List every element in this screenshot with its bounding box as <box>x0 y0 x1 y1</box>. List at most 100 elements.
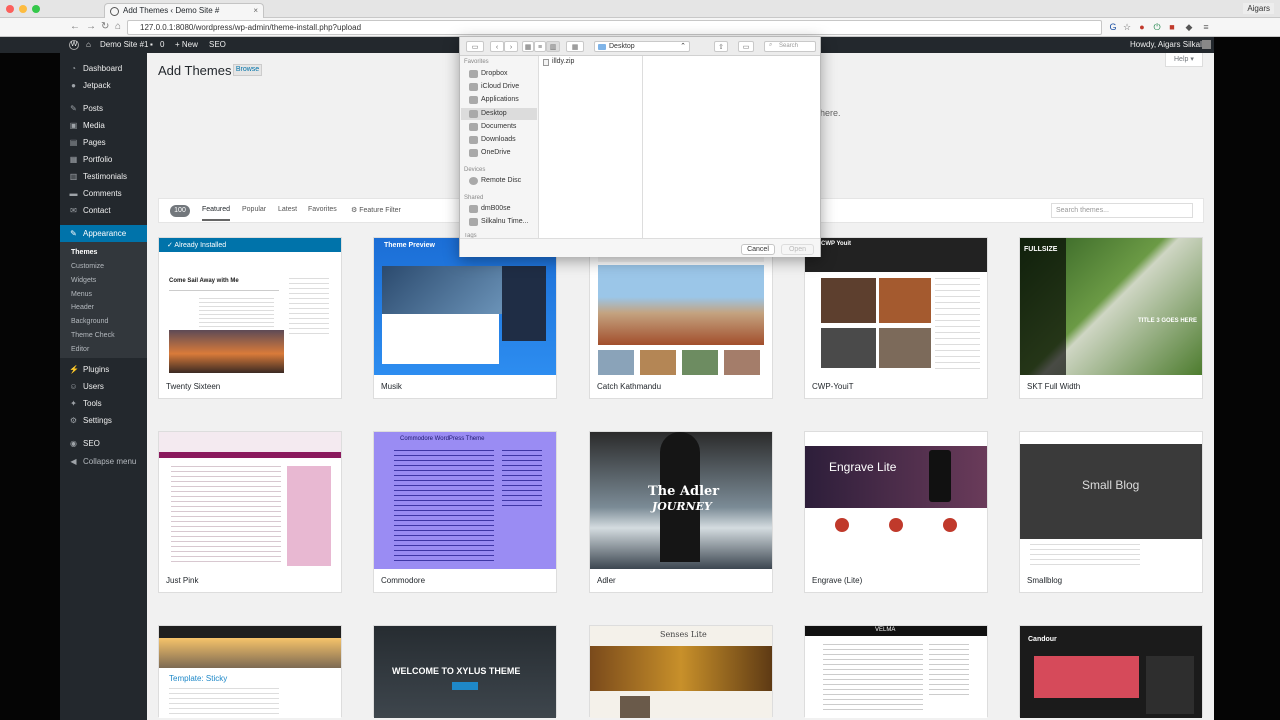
bookmark-star-icon[interactable]: ☆ <box>1122 22 1132 32</box>
icon-view-icon[interactable]: ▦ <box>522 41 534 52</box>
extension-icon[interactable]: ● <box>1137 22 1147 32</box>
sidebar-item-posts[interactable]: ✎ Posts <box>60 100 147 117</box>
sidebar-item-applications[interactable]: Applications <box>461 94 537 106</box>
sidebar-item-remote-disc[interactable]: Remote Disc <box>461 175 537 187</box>
back-icon[interactable]: ← <box>70 21 80 33</box>
site-name-link[interactable]: Demo Site #1 <box>100 40 148 49</box>
sidebar-item-dashboard[interactable]: ◔ Dashboard <box>60 60 147 77</box>
submenu-background[interactable]: Background <box>71 318 108 325</box>
sidebar-item-media[interactable]: ▣ Media <box>60 117 147 134</box>
help-button[interactable]: Help ▾ <box>1165 53 1203 67</box>
howdy-user-link[interactable]: Howdy, Aigars Silkalns <box>1130 40 1210 49</box>
theme-card[interactable]: Theme Preview Musik <box>373 237 557 399</box>
cancel-button[interactable]: Cancel <box>741 244 775 255</box>
search-themes-input[interactable]: Search themes... <box>1051 203 1193 218</box>
theme-card[interactable]: Catch Kathmandu <box>589 237 773 399</box>
theme-card[interactable]: ✓ Already Installed Come Sail Away with … <box>158 237 342 399</box>
list-view-icon[interactable]: ≡ <box>534 41 546 52</box>
share-icon[interactable]: ⇧ <box>714 41 728 52</box>
theme-card[interactable]: VELMA <box>804 625 988 718</box>
sidebar-item-desktop[interactable]: Desktop <box>461 108 537 120</box>
close-tab-icon[interactable]: × <box>253 6 258 15</box>
sidebar-item-documents[interactable]: Documents <box>461 121 537 133</box>
comment-bubble-icon[interactable]: ▪ <box>150 40 153 49</box>
sidebar-item-appearance[interactable]: ✎ Appearance <box>60 225 147 242</box>
new-content-link[interactable]: + New <box>175 40 198 49</box>
browser-tab[interactable]: Add Themes ‹ Demo Site # × <box>104 3 264 18</box>
submenu-themes[interactable]: Themes <box>71 249 97 256</box>
sidebar-item-tools[interactable]: ✦ Tools <box>60 395 147 412</box>
browse-button[interactable]: Browse <box>233 64 262 76</box>
sidebar-item-onedrive[interactable]: OneDrive <box>461 147 537 159</box>
reload-icon[interactable]: ↻ <box>101 21 109 33</box>
open-button[interactable]: Open <box>781 244 814 255</box>
forward-icon[interactable]: → <box>86 21 96 33</box>
ublock-extension-icon[interactable]: ■ <box>1167 22 1177 32</box>
zoom-window-button[interactable] <box>32 5 40 13</box>
minimize-window-button[interactable] <box>19 5 27 13</box>
sidebar-item-downloads[interactable]: Downloads <box>461 134 537 146</box>
submenu-editor[interactable]: Editor <box>71 346 89 353</box>
submenu-widgets[interactable]: Widgets <box>71 277 96 284</box>
theme-card[interactable]: The Adler JOURNEY Adler <box>589 431 773 593</box>
back-icon[interactable]: ‹ <box>490 41 504 52</box>
theme-card[interactable]: Senses Lite <box>589 625 773 718</box>
home-icon[interactable]: ⌂ <box>86 40 91 49</box>
forward-icon[interactable]: › <box>504 41 518 52</box>
sidebar-toggle-icon[interactable]: ▭ <box>466 41 484 52</box>
column-view-icon[interactable]: ▥ <box>546 41 560 52</box>
location-popup[interactable]: Desktop ⌃ <box>594 41 690 52</box>
sidebar-item-icloud-drive[interactable]: iCloud Drive <box>461 81 537 93</box>
sidebar-item-pages[interactable]: ▤ Pages <box>60 134 147 151</box>
browser-profile-button[interactable]: Aigars <box>1243 3 1274 14</box>
sidebar-item-users[interactable]: ☺ Users <box>60 378 147 395</box>
sidebar-item-label: Jetpack <box>83 81 111 90</box>
theme-card[interactable]: FULLSIZE TITLE 3 GOES HERE SKT Full Widt… <box>1019 237 1203 399</box>
sidebar-item-testimonials[interactable]: ▥ Testimonials <box>60 168 147 185</box>
theme-card[interactable]: Small Blog Smallblog <box>1019 431 1203 593</box>
feature-filter-button[interactable]: ⚙ Feature Filter <box>351 206 401 214</box>
theme-card[interactable]: Template: Sticky <box>158 625 342 718</box>
wordpress-logo-icon[interactable]: W <box>69 40 79 50</box>
sidebar-item-portfolio[interactable]: ▦ Portfolio <box>60 151 147 168</box>
tab-popular[interactable]: Popular <box>242 206 266 213</box>
sidebar-item-time-capsule[interactable]: Silkalnu Time... <box>461 216 537 228</box>
collapse-menu-button[interactable]: ◀ Collapse menu <box>60 453 147 470</box>
sidebar-item-plugins[interactable]: ⚡ Plugins <box>60 361 147 378</box>
sidebar-item-seo[interactable]: ◉ SEO <box>60 435 147 452</box>
tag-icon[interactable]: ▭ <box>738 41 754 52</box>
sidebar-item-dropbox[interactable]: Dropbox <box>461 68 537 80</box>
submenu-customize[interactable]: Customize <box>71 263 104 270</box>
theme-card[interactable]: Just Pink <box>158 431 342 593</box>
theme-preview-heading: Commodore WordPress Theme <box>400 436 485 442</box>
extension-icon[interactable]: ◆ <box>1184 22 1194 32</box>
sidebar-item-contact[interactable]: ✉ Contact <box>60 202 147 219</box>
sidebar-item-jetpack[interactable]: ● Jetpack <box>60 77 147 94</box>
browser-menu-icon[interactable]: ≡ <box>1201 22 1211 32</box>
sidebar-item-shared-computer[interactable]: dmB00se <box>461 203 537 215</box>
theme-card[interactable]: Candour <box>1019 625 1203 718</box>
seo-link[interactable]: SEO <box>209 40 226 49</box>
submenu-theme-check[interactable]: Theme Check <box>71 332 115 339</box>
theme-card[interactable]: CWP Youit CWP-YouiT <box>804 237 988 399</box>
submenu-menus[interactable]: Menus <box>71 291 92 298</box>
tab-favorites[interactable]: Favorites <box>308 206 337 213</box>
submenu-header[interactable]: Header <box>71 304 94 311</box>
comments-count[interactable]: 0 <box>160 40 164 49</box>
tab-featured[interactable]: Featured <box>202 206 231 221</box>
file-item-illdy-zip[interactable]: illdy.zip <box>543 58 574 66</box>
sidebar-item-comments[interactable]: ▬ Comments <box>60 185 147 202</box>
translate-icon[interactable]: G <box>1108 22 1118 32</box>
close-window-button[interactable] <box>6 5 14 13</box>
dialog-search-input[interactable]: ⌕ Search <box>764 41 816 52</box>
address-bar[interactable]: 127.0.0.1:8080/wordpress/wp-admin/theme-… <box>127 20 1102 35</box>
theme-card[interactable]: WELCOME TO XYLUS THEME <box>373 625 557 718</box>
theme-card[interactable]: Commodore WordPress Theme Commodore <box>373 431 557 593</box>
arrange-icon[interactable]: ▦ <box>566 41 584 52</box>
theme-card[interactable]: Engrave Lite Engrave (Lite) <box>804 431 988 593</box>
avatar[interactable] <box>1202 40 1211 49</box>
sidebar-item-settings[interactable]: ⚙ Settings <box>60 412 147 429</box>
extension-icon[interactable]: ⏻ <box>1152 22 1162 32</box>
tab-latest[interactable]: Latest <box>278 206 297 213</box>
home-icon[interactable]: ⌂ <box>115 21 121 33</box>
